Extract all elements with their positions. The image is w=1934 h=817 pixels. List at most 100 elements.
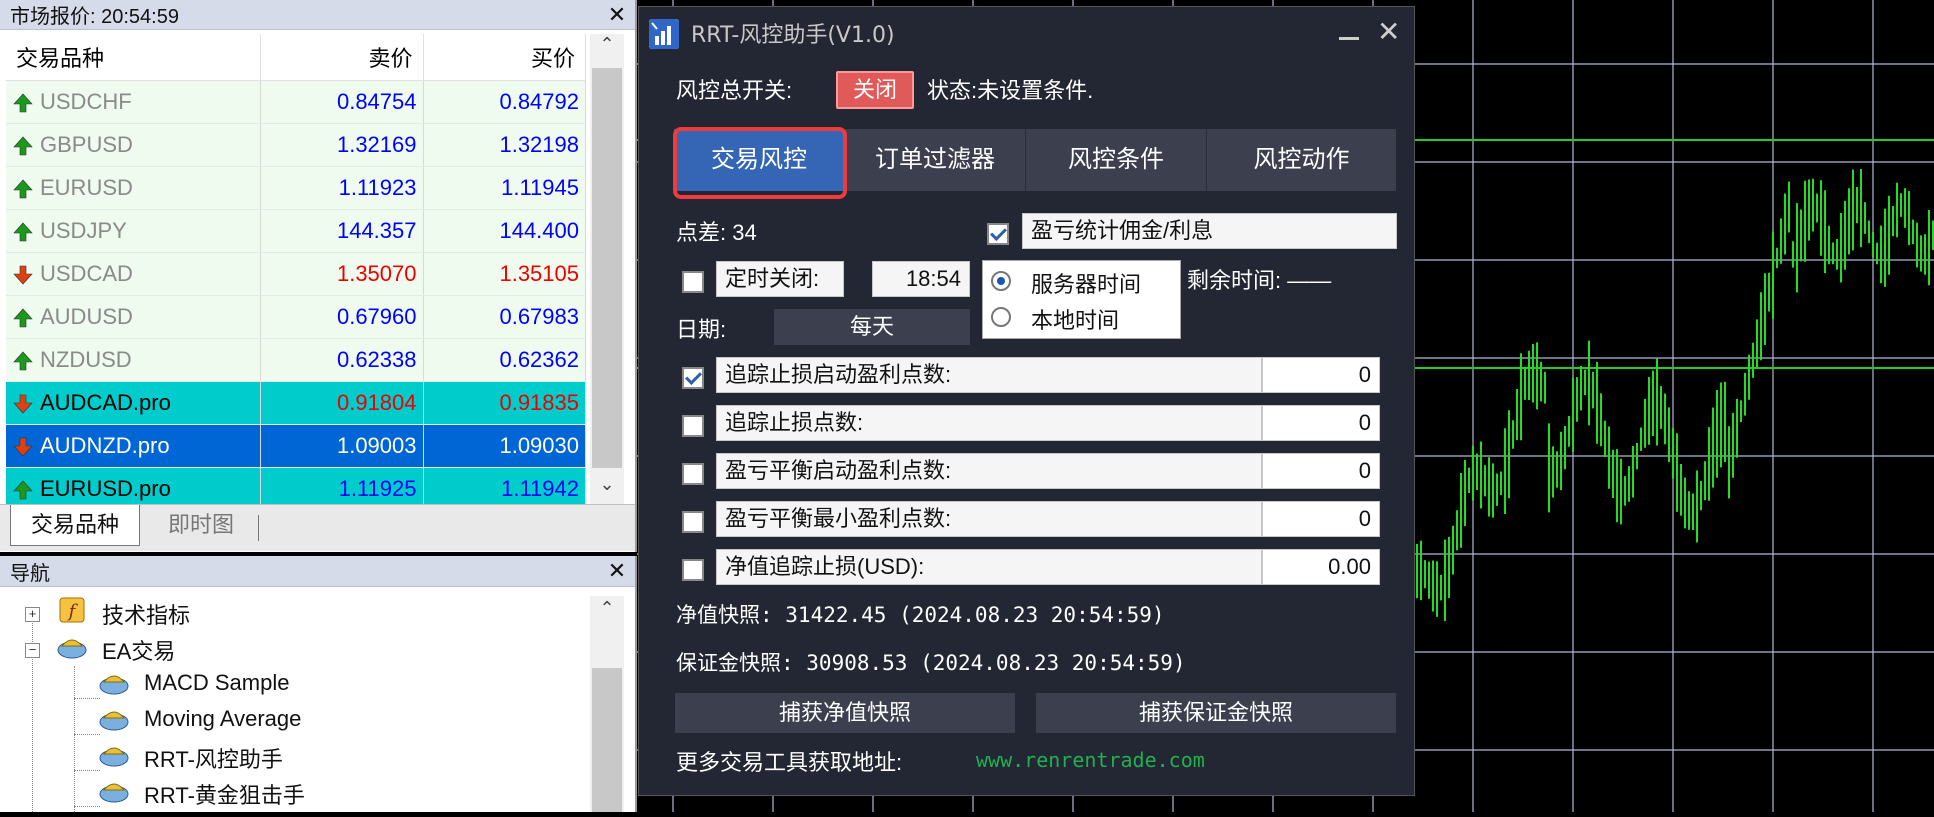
timed-close-label: 定时关闭: [716,261,844,297]
quote-row[interactable]: USDCHF 0.84754 0.84792 [6,80,586,124]
quote-ask-cell: 1.32198 [423,123,586,167]
navigator-close-icon[interactable]: ✕ [607,558,627,584]
breakeven-min-checkbox[interactable] [682,511,704,533]
nav-item-expert-advisors[interactable]: EA交易 [102,634,175,666]
dialog-title: RRT-风控助手(V1.0) [691,23,895,48]
tab-tick-chart[interactable]: 即时图 [148,505,254,545]
quote-ask-cell: 0.67983 [423,295,586,339]
date-select[interactable]: 每天 [774,309,970,345]
quote-ask-cell: 144.400 [423,209,586,253]
nav-item-ea[interactable]: RRT-黄金狙击手 [144,778,305,810]
quote-bid-cell: 0.91804 [260,381,424,425]
indicator-function-icon: f [59,597,85,623]
quote-ask: 1.11945 [501,175,579,200]
breakeven-start-checkbox[interactable] [682,463,704,485]
market-watch-titlebar: 市场报价: 20:54:59 ✕ [0,0,635,30]
market-watch-close-icon[interactable]: ✕ [607,2,627,28]
radio-server-time[interactable] [991,271,1011,291]
capture-equity-button[interactable]: 捕获净值快照 [675,693,1015,733]
include-commission-checkbox[interactable] [987,223,1009,245]
capture-margin-button[interactable]: 捕获保证金快照 [1036,693,1396,733]
quote-bid-cell: 144.357 [260,209,424,253]
scroll-up-arrow-icon[interactable]: ⌃ [590,598,624,628]
quote-bid-cell: 1.11923 [260,166,424,210]
column-header-symbol[interactable]: 交易品种 [6,34,261,81]
quote-row[interactable]: AUDNZD.pro 1.09003 1.09030 [6,424,586,468]
quote-bid-cell: 1.09003 [260,424,424,468]
market-watch-scrollbar[interactable]: ⌃ ⌄ [590,34,624,504]
radio-server-time-label: 服务器时间 [1031,272,1142,297]
expert-advisor-icon [99,783,129,803]
quote-symbol: USDJPY [40,218,127,243]
tab-risk-conditions[interactable]: 风控条件 [1026,129,1207,191]
quote-symbol-cell: AUDCAD.pro [6,381,261,425]
quote-bid: 1.09003 [336,433,417,458]
tab-symbols[interactable]: 交易品种 [10,505,141,546]
risk-control-dialog: RRT-风控助手(V1.0) ✕ 风控总开关: 关闭 状态:未设置条件. 交易风… [638,6,1415,796]
quote-row[interactable]: USDCAD 1.35070 1.35105 [6,252,586,296]
tab-risk-actions[interactable]: 风控动作 [1207,129,1396,191]
nav-item-ea[interactable]: RRT-风控助手 [144,742,283,774]
expert-advisor-icon [99,711,129,731]
quote-symbol-cell: AUDNZD.pro [6,424,261,468]
quote-row[interactable]: USDJPY 144.357 144.400 [6,209,586,253]
quote-ask-cell: 0.62362 [423,338,586,382]
navigator-scrollbar[interactable]: ⌃ [590,596,624,812]
scroll-up-arrow-icon[interactable]: ⌃ [590,34,624,64]
arrow-up-icon [13,308,33,328]
param-value-input[interactable]: 0 [1262,357,1380,393]
equity-snapshot-text: 净值快照: 31422.45 (2024.08.23 20:54:59) [676,603,1165,627]
quote-ask-cell: 1.35105 [423,252,586,296]
timed-close-checkbox[interactable] [682,271,704,293]
market-watch-title: 市场报价: 20:54:59 [10,6,179,28]
param-label: 净值追踪止损(USD): [716,549,1262,585]
quote-bid-cell: 1.32169 [260,123,424,167]
timed-close-time-input[interactable]: 18:54 [872,261,970,297]
more-tools-link[interactable]: www.renrentrade.com [976,748,1205,772]
navigator-panel: 导航 ✕ + f 技术指标 − EA交易 MACD Sample Moving … [0,556,637,812]
expand-icon[interactable]: + [25,607,40,622]
nav-item-ea[interactable]: MACD Sample [144,670,289,696]
tab-order-filter[interactable]: 订单过滤器 [845,129,1026,191]
minimize-icon[interactable] [1339,37,1359,40]
tree-line [74,770,100,771]
nav-item-ea[interactable]: Moving Average [144,706,301,732]
arrow-up-icon [13,351,33,371]
quotes-table: 交易品种 卖价 买价 USDCHF 0.84754 0.84792 GBPUSD 1.3… [6,34,586,511]
param-value-input[interactable]: 0 [1262,501,1380,537]
quote-row[interactable]: AUDUSD 0.67960 0.67983 [6,295,586,339]
quote-symbol: EURUSD.pro [40,476,171,501]
quote-bid: 1.11923 [338,175,417,200]
nav-item-indicators[interactable]: 技术指标 [102,598,190,630]
arrow-up-icon [13,136,33,156]
scroll-thumb[interactable] [592,68,622,468]
collapse-icon[interactable]: − [25,643,40,658]
scroll-thumb[interactable] [592,668,622,812]
quote-ask-cell: 1.09030 [423,424,586,468]
quote-row[interactable]: NZDUSD 0.62338 0.62362 [6,338,586,382]
equity-trailing-checkbox[interactable] [682,559,704,581]
quote-ask-cell: 0.84792 [423,80,586,124]
trailing-start-checkbox[interactable] [682,367,704,389]
quote-bid: 1.11925 [338,476,417,501]
scroll-down-arrow-icon[interactable]: ⌄ [590,474,624,504]
column-header-bid[interactable]: 卖价 [260,34,424,81]
radio-local-time[interactable] [991,307,1011,327]
master-switch-label: 风控总开关: [676,78,793,103]
expert-advisor-icon [99,747,129,767]
param-value-input[interactable]: 0 [1262,405,1380,441]
master-switch-button[interactable]: 关闭 [836,71,914,109]
close-icon[interactable]: ✕ [1377,15,1400,48]
quote-row[interactable]: AUDCAD.pro 0.91804 0.91835 [6,381,586,425]
column-header-ask[interactable]: 买价 [423,34,586,81]
quote-row[interactable]: GBPUSD 1.32169 1.32198 [6,123,586,167]
param-value-input[interactable]: 0 [1262,453,1380,489]
arrow-down-icon [13,265,33,285]
quote-symbol-cell: EURUSD [6,166,261,210]
spread-text: 点差: 34 [676,220,757,245]
param-value-input[interactable]: 0.00 [1262,549,1380,585]
quote-bid-cell: 1.35070 [260,252,424,296]
dialog-titlebar[interactable]: RRT-风控助手(V1.0) ✕ [639,7,1414,55]
quote-row[interactable]: EURUSD 1.11923 1.11945 [6,166,586,210]
trailing-points-checkbox[interactable] [682,415,704,437]
